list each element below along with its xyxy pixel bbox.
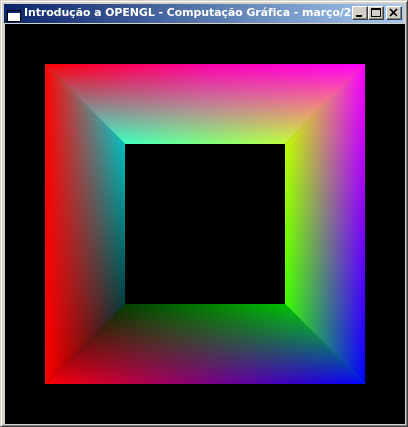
minimize-button[interactable] bbox=[352, 6, 368, 20]
close-button[interactable] bbox=[386, 6, 402, 20]
opengl-canvas[interactable] bbox=[5, 24, 405, 424]
close-icon bbox=[389, 8, 398, 17]
opengl-window: Introdução a OPENGL - Computação Gráfica… bbox=[0, 0, 408, 427]
maximize-icon bbox=[371, 8, 381, 17]
maximize-button[interactable] bbox=[368, 6, 384, 20]
minimize-icon bbox=[356, 15, 362, 17]
title-bar[interactable]: Introdução a OPENGL - Computação Gráfica… bbox=[4, 4, 404, 23]
inner-black-square bbox=[125, 144, 285, 304]
app-window-icon[interactable] bbox=[7, 7, 21, 22]
gradient-square-frame bbox=[5, 24, 405, 424]
window-title: Introdução a OPENGL - Computação Gráfica… bbox=[24, 6, 374, 19]
